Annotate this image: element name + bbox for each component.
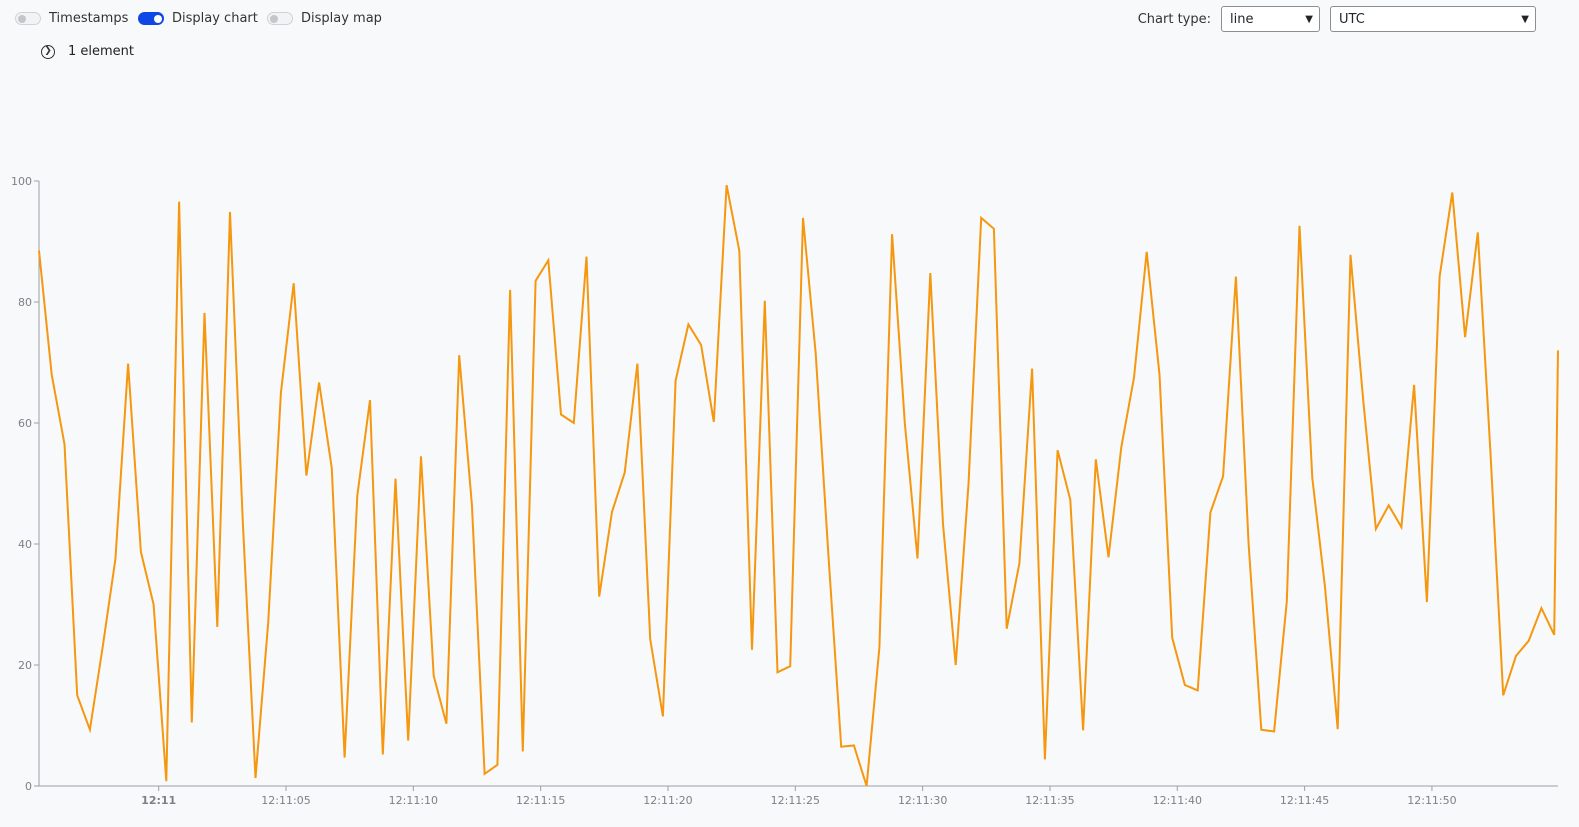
x-tick-label: 12:11:25 (771, 794, 820, 807)
x-tick-label: 12:11:20 (643, 794, 692, 807)
x-tick-label: 12:11:30 (898, 794, 947, 807)
y-tick-label: 60 (18, 417, 32, 430)
y-tick-label: 20 (18, 659, 32, 672)
x-tick-label: 12:11:35 (1025, 794, 1074, 807)
x-tick-label: 12:11:40 (1153, 794, 1202, 807)
y-tick-label: 80 (18, 296, 32, 309)
x-tick-label: 12:11:15 (516, 794, 565, 807)
y-axis: 0 20 40 60 80 100 (11, 175, 40, 793)
x-tick-label: 12:11:05 (261, 794, 310, 807)
x-tick-label: 12:11:10 (389, 794, 438, 807)
y-tick-label: 100 (11, 175, 32, 188)
x-tick-label: 12:11:45 (1280, 794, 1329, 807)
y-tick-label: 40 (18, 538, 32, 551)
series-layer (38, 185, 1559, 787)
x-tick-label: 12:11:50 (1407, 794, 1456, 807)
y-tick-label: 0 (25, 780, 32, 793)
x-tick-label: 12:11 (141, 794, 176, 807)
x-axis: 12:11 12:11:05 12:11:10 12:11:15 12:11:20 12:… (39, 785, 1558, 807)
line-chart: 0 20 40 60 80 100 12:11 12:11:05 12:11:10 12:11:… (11, 175, 1559, 807)
series-line (38, 185, 1559, 787)
